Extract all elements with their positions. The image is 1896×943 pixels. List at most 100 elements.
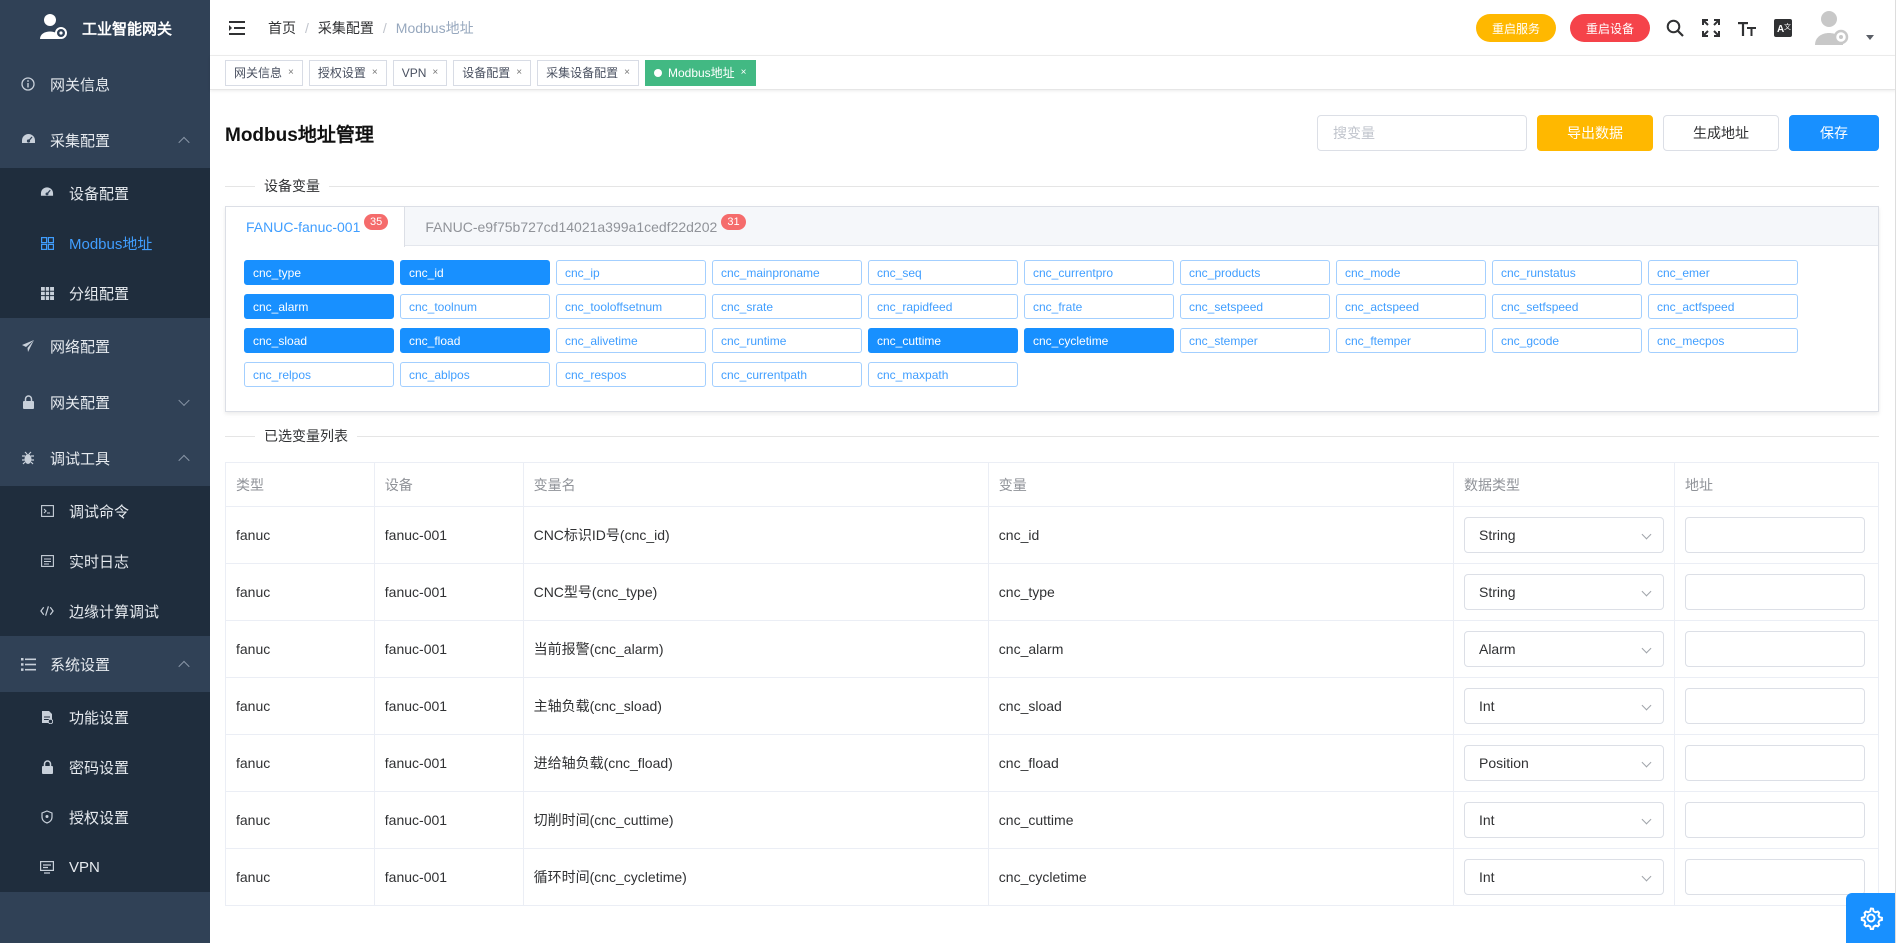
avatar[interactable] bbox=[1812, 8, 1852, 48]
settings-gear-button[interactable] bbox=[1846, 893, 1896, 943]
search-icon[interactable] bbox=[1664, 17, 1686, 39]
variable-chip[interactable]: cnc_currentpro bbox=[1024, 260, 1174, 285]
variable-chip[interactable]: cnc_seq bbox=[868, 260, 1018, 285]
variable-chip[interactable]: cnc_cuttime bbox=[868, 328, 1018, 353]
data-type-select[interactable]: Alarm bbox=[1463, 631, 1664, 667]
variable-chip[interactable]: cnc_mecpos bbox=[1648, 328, 1798, 353]
variable-chip[interactable]: cnc_products bbox=[1180, 260, 1330, 285]
cell-var-name: 切削时间(cnc_cuttime) bbox=[522, 791, 989, 849]
sidebar-menu-item-4[interactable]: 调试工具 bbox=[0, 430, 210, 486]
tag-4[interactable]: 采集设备配置 × bbox=[537, 59, 639, 86]
variable-chip[interactable]: cnc_fload bbox=[400, 328, 550, 353]
tag-2[interactable]: VPN × bbox=[392, 59, 448, 86]
sidebar-subitem-4-0[interactable]: 调试命令 bbox=[0, 486, 210, 536]
search-input[interactable] bbox=[1317, 115, 1527, 151]
sidebar-menu-item-3[interactable]: 网关配置 bbox=[0, 374, 210, 430]
generate-address-button[interactable]: 生成地址 bbox=[1663, 115, 1779, 151]
tag-3[interactable]: 设备配置 × bbox=[453, 59, 532, 86]
variable-chip[interactable]: cnc_ip bbox=[556, 260, 706, 285]
variable-chip[interactable]: cnc_mainproname bbox=[712, 260, 862, 285]
sidebar-subitem-1-0[interactable]: 设备配置 bbox=[0, 168, 210, 218]
chevron-down-icon[interactable] bbox=[1866, 34, 1874, 40]
sidebar-subitem-1-1[interactable]: Modbus地址 bbox=[0, 218, 210, 268]
variable-chip[interactable]: cnc_rapidfeed bbox=[868, 294, 1018, 319]
close-icon[interactable]: × bbox=[372, 67, 378, 78]
variable-chip[interactable]: cnc_actspeed bbox=[1336, 294, 1486, 319]
sidebar-menu-item-5[interactable]: 系统设置 bbox=[0, 636, 210, 692]
selected-variables-label: 已选变量列表 bbox=[255, 426, 357, 446]
variable-chip[interactable]: cnc_frate bbox=[1024, 294, 1174, 319]
table-body: fanuc fanuc-001 CNC标识ID号(cnc_id) cnc_id Stri… bbox=[225, 506, 1880, 906]
device-tab-1[interactable]: FANUC-e9f75b727cd14021a399a1cedf22d202 31 bbox=[405, 207, 761, 246]
address-input[interactable] bbox=[1684, 631, 1865, 667]
cell-var: cnc_cuttime bbox=[987, 791, 1454, 849]
address-input[interactable] bbox=[1684, 859, 1865, 895]
close-icon[interactable]: × bbox=[288, 67, 294, 78]
variable-chip[interactable]: cnc_ftemper bbox=[1336, 328, 1486, 353]
data-type-select[interactable]: Int bbox=[1463, 802, 1664, 838]
close-icon[interactable]: × bbox=[516, 67, 522, 78]
sidebar-subitem-5-1[interactable]: 密码设置 bbox=[0, 742, 210, 792]
fullscreen-icon[interactable] bbox=[1700, 17, 1722, 39]
data-type-select[interactable]: Int bbox=[1463, 688, 1664, 724]
breadcrumb-collect-config[interactable]: 采集配置 bbox=[318, 18, 374, 38]
sidebar-menu-item-2[interactable]: 网络配置 bbox=[0, 318, 210, 374]
variable-chip[interactable]: cnc_setspeed bbox=[1180, 294, 1330, 319]
sidebar-subitem-5-3[interactable]: VPN bbox=[0, 842, 210, 892]
data-type-select[interactable]: String bbox=[1463, 574, 1664, 610]
variable-chip[interactable]: cnc_cycletime bbox=[1024, 328, 1174, 353]
font-size-icon[interactable] bbox=[1736, 17, 1758, 39]
variable-chip-list: cnc_type cnc_id cnc_ip cnc_mainproname cnc_s… bbox=[226, 246, 1878, 387]
sidebar-subitem-1-2[interactable]: 分组配置 bbox=[0, 268, 210, 318]
variable-chip[interactable]: cnc_maxpath bbox=[868, 362, 1018, 387]
variable-chip[interactable]: cnc_mode bbox=[1336, 260, 1486, 285]
sidebar-subitem-4-2[interactable]: 边缘计算调试 bbox=[0, 586, 210, 636]
variable-chip[interactable]: cnc_actfspeed bbox=[1648, 294, 1798, 319]
address-input[interactable] bbox=[1684, 517, 1865, 553]
device-tab-0[interactable]: FANUC-fanuc-001 35 bbox=[226, 207, 406, 247]
variable-chip[interactable]: cnc_gcode bbox=[1492, 328, 1642, 353]
sidebar-subitem-5-2[interactable]: 授权设置 bbox=[0, 792, 210, 842]
save-button[interactable]: 保存 bbox=[1789, 115, 1879, 151]
address-input[interactable] bbox=[1684, 688, 1865, 724]
variable-chip[interactable]: cnc_emer bbox=[1648, 260, 1798, 285]
variable-chip[interactable]: cnc_runstatus bbox=[1492, 260, 1642, 285]
variable-chip[interactable]: cnc_runtime bbox=[712, 328, 862, 353]
variable-chip[interactable]: cnc_setfspeed bbox=[1492, 294, 1642, 319]
restart-service-button[interactable]: 重启服务 bbox=[1475, 14, 1556, 42]
variable-chip[interactable]: cnc_alarm bbox=[244, 294, 394, 319]
variable-chip[interactable]: cnc_alivetime bbox=[556, 328, 706, 353]
breadcrumb-home[interactable]: 首页 bbox=[268, 18, 296, 38]
hamburger-icon[interactable] bbox=[226, 17, 248, 39]
sidebar-subitem-4-1[interactable]: 实时日志 bbox=[0, 536, 210, 586]
close-icon[interactable]: × bbox=[741, 67, 747, 78]
close-icon[interactable]: × bbox=[624, 67, 630, 78]
sidebar-menu-item-0[interactable]: 网关信息 bbox=[0, 56, 210, 112]
variable-chip[interactable]: cnc_respos bbox=[556, 362, 706, 387]
restart-device-button[interactable]: 重启设备 bbox=[1569, 14, 1650, 42]
tag-1[interactable]: 授权设置 × bbox=[308, 59, 387, 86]
variable-chip[interactable]: cnc_ablpos bbox=[400, 362, 550, 387]
address-input[interactable] bbox=[1684, 574, 1865, 610]
variable-chip[interactable]: cnc_stemper bbox=[1180, 328, 1330, 353]
variable-chip[interactable]: cnc_tooloffsetnum bbox=[556, 294, 706, 319]
data-type-select[interactable]: String bbox=[1463, 517, 1664, 553]
variable-chip[interactable]: cnc_toolnum bbox=[400, 294, 550, 319]
close-icon[interactable]: × bbox=[432, 67, 438, 78]
variable-chip[interactable]: cnc_currentpath bbox=[712, 362, 862, 387]
sidebar-subitem-5-0[interactable]: 功能设置 bbox=[0, 692, 210, 742]
variable-chip[interactable]: cnc_sload bbox=[244, 328, 394, 353]
data-type-select[interactable]: Position bbox=[1463, 745, 1664, 781]
data-type-select[interactable]: Int bbox=[1463, 859, 1664, 895]
translate-icon[interactable]: A文 bbox=[1772, 17, 1794, 39]
variable-chip[interactable]: cnc_id bbox=[400, 260, 550, 285]
variable-chip[interactable]: cnc_relpos bbox=[244, 362, 394, 387]
sidebar-menu-item-1[interactable]: 采集配置 bbox=[0, 112, 210, 168]
variable-chip[interactable]: cnc_srate bbox=[712, 294, 862, 319]
variable-chip[interactable]: cnc_type bbox=[244, 260, 394, 285]
address-input[interactable] bbox=[1684, 802, 1865, 838]
tag-5[interactable]: Modbus地址 × bbox=[644, 59, 756, 86]
export-data-button[interactable]: 导出数据 bbox=[1537, 115, 1653, 151]
address-input[interactable] bbox=[1684, 745, 1865, 781]
tag-0[interactable]: 网关信息 × bbox=[225, 59, 303, 86]
